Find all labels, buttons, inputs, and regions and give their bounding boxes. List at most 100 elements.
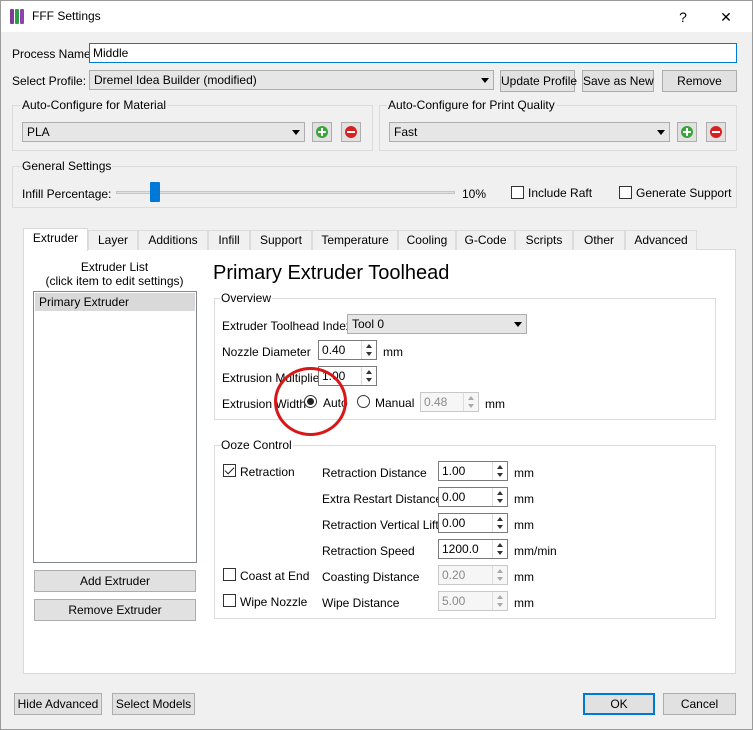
wipe-nozzle-checkbox[interactable] (223, 594, 236, 607)
title-bar: FFF Settings ? ✕ (1, 1, 752, 32)
hide-advanced-button[interactable]: Hide Advanced (14, 693, 102, 715)
infill-slider-track[interactable] (116, 191, 455, 194)
spin-arrows-icon[interactable] (361, 341, 376, 359)
retraction-speed-unit: mm/min (514, 544, 557, 558)
close-icon[interactable]: ✕ (711, 6, 741, 28)
spin-arrows-icon[interactable] (361, 367, 376, 385)
quality-select-value: Fast (394, 125, 418, 139)
extruder-list-title: Extruder List (80, 260, 149, 274)
extruder-list[interactable]: Primary Extruder (33, 291, 197, 563)
extra-restart-distance-label: Extra Restart Distance (322, 492, 443, 506)
retraction-label: Retraction (240, 465, 295, 479)
extruder-list-hint: (click item to edit settings) (45, 274, 184, 288)
extra-restart-distance-unit: mm (514, 492, 534, 506)
extrusion-width-manual-label: Manual (375, 396, 415, 410)
retraction-distance-input[interactable]: 1.00 (438, 461, 508, 481)
tab-cooling[interactable]: Cooling (398, 230, 456, 250)
remove-extruder-button[interactable]: Remove Extruder (34, 599, 196, 621)
update-profile-button[interactable]: Update Profile (500, 70, 577, 92)
process-name-label: Process Name: (12, 47, 95, 61)
extrusion-width-unit: mm (485, 397, 505, 411)
add-extruder-button[interactable]: Add Extruder (34, 570, 196, 592)
ok-button[interactable]: OK (583, 693, 655, 715)
include-raft-label: Include Raft (528, 186, 593, 200)
add-quality-button[interactable] (677, 122, 697, 142)
retraction-vertical-lift-value: 0.00 (442, 516, 466, 530)
nozzle-diameter-input[interactable]: 0.40 (318, 340, 377, 360)
annotation-circle (274, 367, 347, 436)
retraction-speed-input[interactable]: 1200.0 (438, 539, 508, 559)
extra-restart-distance-input[interactable]: 0.00 (438, 487, 508, 507)
fff-settings-window: FFF Settings ? ✕ Process Name: Middle Se… (0, 0, 753, 730)
chevron-down-icon (657, 130, 665, 135)
tab-extruder[interactable]: Extruder (23, 228, 88, 251)
toolhead-heading: Primary Extruder Toolhead (213, 262, 450, 284)
save-as-new-button[interactable]: Save as New (582, 70, 654, 92)
tab-gcode[interactable]: G-Code (456, 230, 515, 250)
spin-arrows-icon[interactable] (492, 488, 507, 506)
retraction-distance-label: Retraction Distance (322, 466, 427, 480)
include-raft-checkbox[interactable] (511, 186, 524, 199)
minus-icon (710, 126, 722, 138)
tab-infill[interactable]: Infill (208, 230, 250, 250)
wipe-distance-input[interactable]: 5.00 (438, 591, 508, 611)
tab-scripts[interactable]: Scripts (515, 230, 573, 250)
spin-arrows-icon[interactable] (492, 514, 507, 532)
spin-arrows-icon[interactable] (463, 393, 478, 411)
spin-arrows-icon[interactable] (492, 540, 507, 558)
generate-support-checkbox[interactable] (619, 186, 632, 199)
chevron-down-icon (292, 130, 300, 135)
plus-icon (316, 126, 328, 138)
retraction-speed-label: Retraction Speed (322, 544, 415, 558)
tab-layer[interactable]: Layer (88, 230, 138, 250)
extrusion-width-input[interactable]: 0.48 (420, 392, 479, 412)
process-name-input[interactable]: Middle (89, 43, 737, 63)
wipe-distance-value: 5.00 (442, 594, 466, 608)
retraction-speed-value: 1200.0 (442, 542, 479, 556)
help-icon[interactable]: ? (668, 6, 698, 28)
infill-percentage-value: 10% (462, 187, 487, 201)
tab-additions[interactable]: Additions (138, 230, 208, 250)
wipe-nozzle-label: Wipe Nozzle (240, 595, 308, 609)
spin-arrows-icon[interactable] (492, 566, 507, 584)
coasting-distance-label: Coasting Distance (322, 570, 420, 584)
list-item[interactable]: Primary Extruder (35, 293, 195, 311)
tab-support[interactable]: Support (250, 230, 312, 250)
add-material-button[interactable] (312, 122, 332, 142)
generate-support-label: Generate Support (636, 186, 732, 200)
spin-arrows-icon[interactable] (492, 592, 507, 610)
tab-temperature[interactable]: Temperature (312, 230, 398, 250)
retraction-checkbox[interactable] (223, 464, 236, 477)
retraction-vertical-lift-input[interactable]: 0.00 (438, 513, 508, 533)
coast-at-end-label: Coast at End (240, 569, 310, 583)
cancel-button[interactable]: Cancel (663, 693, 736, 715)
chevron-down-icon (514, 322, 522, 327)
nozzle-diameter-label: Nozzle Diameter (222, 345, 311, 359)
toolhead-index-select[interactable]: Tool 0 (347, 314, 527, 334)
quality-select[interactable]: Fast (389, 122, 670, 142)
profile-select-value: Dremel Idea Builder (modified) (94, 73, 257, 87)
infill-slider-thumb[interactable] (149, 182, 160, 202)
coast-at-end-checkbox[interactable] (223, 568, 236, 581)
tab-other[interactable]: Other (573, 230, 625, 250)
remove-profile-button[interactable]: Remove (662, 70, 737, 92)
toolhead-index-label: Extruder Toolhead Index (222, 319, 352, 333)
coasting-distance-input[interactable]: 0.20 (438, 565, 508, 585)
extrusion-width-manual-radio[interactable] (357, 395, 370, 408)
overview-title: Overview (220, 291, 273, 305)
spin-arrows-icon[interactable] (492, 462, 507, 480)
remove-material-button[interactable] (341, 122, 361, 142)
select-models-button[interactable]: Select Models (112, 693, 195, 715)
window-title: FFF Settings (32, 9, 101, 23)
profile-select[interactable]: Dremel Idea Builder (modified) (89, 70, 494, 90)
retraction-vertical-lift-label: Retraction Vertical Lift (322, 518, 439, 532)
material-select[interactable]: PLA (22, 122, 305, 142)
wipe-distance-label: Wipe Distance (322, 596, 400, 610)
toolhead-index-value: Tool 0 (352, 317, 385, 331)
nozzle-diameter-value: 0.40 (322, 343, 346, 357)
tab-advanced[interactable]: Advanced (625, 230, 697, 250)
remove-quality-button[interactable] (706, 122, 726, 142)
plus-icon (681, 126, 693, 138)
material-select-value: PLA (27, 125, 50, 139)
ooze-control-title: Ooze Control (220, 438, 293, 452)
